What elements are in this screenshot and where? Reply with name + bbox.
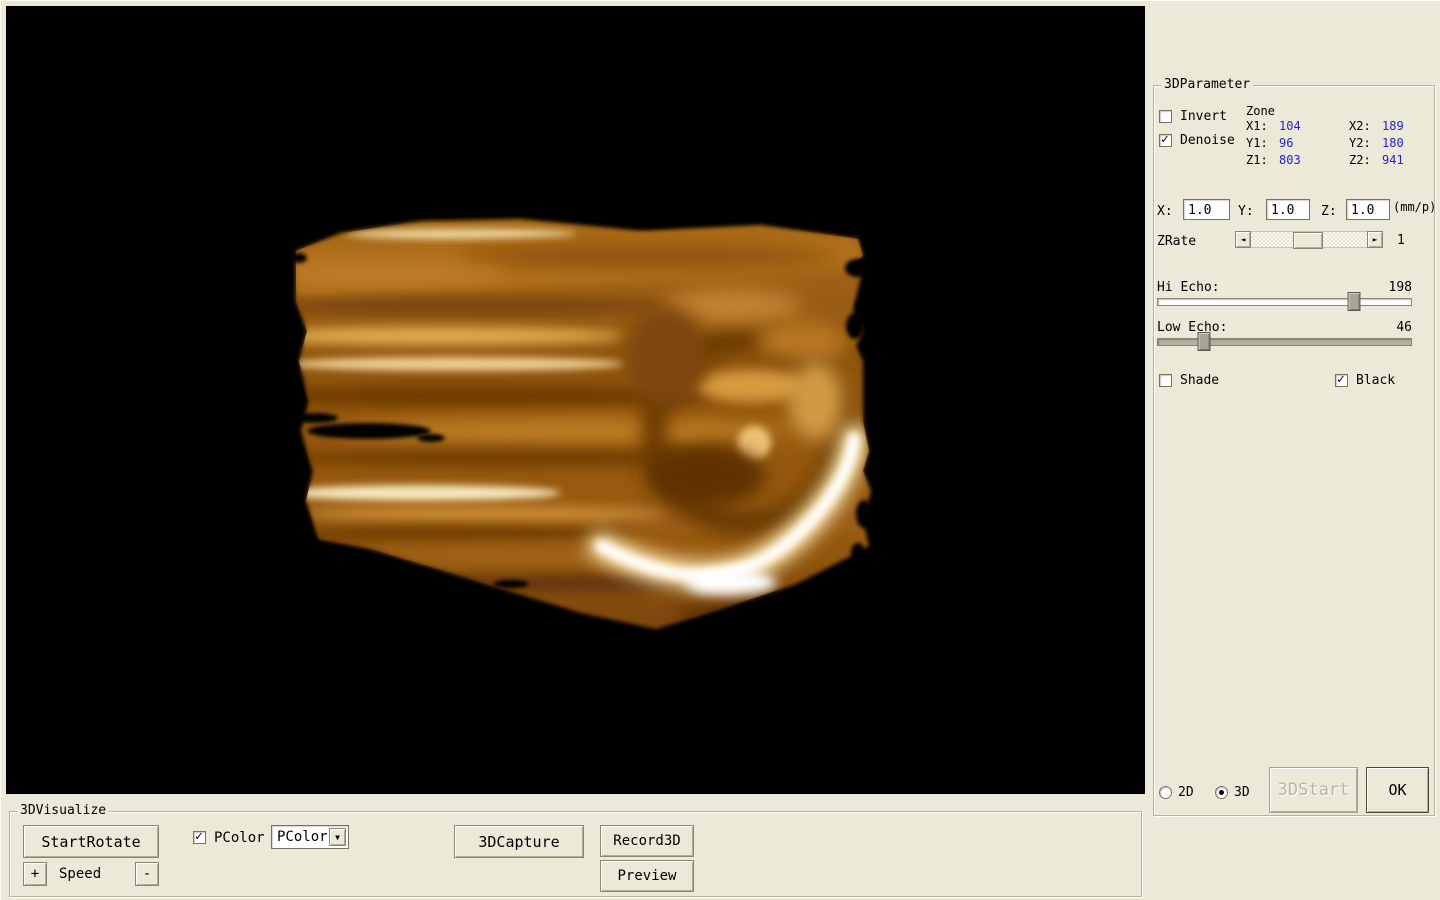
scale-y-label: Y: (1238, 204, 1254, 219)
zone-y2-label: Y2: (1349, 136, 1382, 150)
zone-z2-label: Z2: (1349, 153, 1382, 167)
visualize-panel: 3DVisualize StartRotate + Speed - PColor… (9, 811, 1142, 897)
scale-unit-label: (mm/p) (1393, 200, 1436, 214)
preview-button[interactable]: Preview (600, 860, 694, 892)
hi-echo-thumb[interactable] (1348, 292, 1361, 311)
parameter-panel-title: 3DParameter (1161, 77, 1253, 92)
zone-x1-value: 104 (1279, 119, 1349, 133)
black-checkbox[interactable] (1335, 374, 1348, 387)
shade-checkbox[interactable] (1159, 374, 1172, 387)
mode-2d-label: 2D (1178, 785, 1194, 800)
zrate-value: 1 (1397, 233, 1405, 248)
start-rotate-button[interactable]: StartRotate (23, 825, 159, 858)
chevron-down-icon[interactable]: ▼ (329, 828, 346, 846)
ok-button[interactable]: OK (1366, 767, 1429, 813)
shade-label: Shade (1180, 373, 1219, 388)
low-echo-row: Low Echo: 46 (1157, 320, 1412, 335)
scale-x-label: X: (1157, 204, 1173, 219)
speed-plus-button[interactable]: + (23, 862, 47, 886)
low-echo-thumb[interactable] (1197, 332, 1210, 351)
pcolor-checkbox-label: PColor (214, 830, 265, 846)
mode-3d-radio[interactable] (1215, 786, 1228, 799)
low-echo-label: Low Echo: (1157, 320, 1227, 335)
zone-y1-label: Y1: (1246, 136, 1279, 150)
pcolor-dropdown[interactable]: PColor ▼ (271, 825, 349, 849)
zone-z1-label: Z1: (1246, 153, 1279, 167)
parameter-panel: 3DParameter Invert Denoise Zone X1: 104 … (1153, 85, 1435, 816)
zrate-right-arrow-icon[interactable]: ► (1367, 231, 1383, 248)
visualize-panel-title: 3DVisualize (17, 803, 109, 818)
invert-checkbox[interactable] (1159, 110, 1172, 123)
3dcapture-button[interactable]: 3DCapture (454, 825, 584, 858)
zone-y2-value: 180 (1382, 136, 1428, 150)
zone-y1-value: 96 (1279, 136, 1349, 150)
zrate-label: ZRate (1157, 234, 1196, 249)
speed-minus-button[interactable]: - (135, 862, 159, 886)
hi-echo-label: Hi Echo: (1157, 280, 1220, 295)
record3d-button[interactable]: Record3D (600, 825, 694, 857)
zrate-scrollbar[interactable]: ◄ ► (1235, 231, 1383, 248)
zone-label: Zone (1246, 104, 1275, 118)
hi-echo-row: Hi Echo: 198 (1157, 280, 1412, 295)
zrate-thumb[interactable] (1293, 232, 1323, 249)
denoise-label: Denoise (1180, 133, 1235, 148)
pcolor-checkbox[interactable] (193, 831, 206, 844)
mode-2d-radio[interactable] (1159, 786, 1172, 799)
zrate-left-arrow-icon[interactable]: ◄ (1235, 231, 1251, 248)
hi-echo-value: 198 (1389, 280, 1412, 295)
scale-x-input[interactable] (1183, 199, 1230, 220)
invert-label: Invert (1180, 109, 1227, 124)
hi-echo-slider[interactable] (1157, 298, 1412, 306)
zrate-track[interactable] (1251, 231, 1367, 248)
low-echo-value: 46 (1396, 320, 1412, 335)
scale-z-input[interactable] (1346, 199, 1390, 220)
zone-x2-value: 189 (1382, 119, 1428, 133)
zone-x2-label: X2: (1349, 119, 1382, 133)
volume-render-3d (6, 6, 1145, 794)
render-viewport[interactable] (6, 6, 1145, 794)
pcolor-dropdown-value: PColor (272, 829, 329, 845)
zone-z2-value: 941 (1382, 153, 1428, 167)
scale-z-label: Z: (1321, 204, 1337, 219)
scale-y-input[interactable] (1266, 199, 1310, 220)
zone-z1-value: 803 (1279, 153, 1349, 167)
zone-x1-label: X1: (1246, 119, 1279, 133)
speed-label: Speed (59, 866, 101, 882)
app-window: 3DParameter Invert Denoise Zone X1: 104 … (0, 0, 1440, 900)
denoise-checkbox[interactable] (1159, 134, 1172, 147)
low-echo-slider[interactable] (1157, 338, 1412, 346)
3dstart-button[interactable]: 3DStart (1269, 767, 1358, 813)
zone-table: X1: 104 X2: 189 Y1: 96 Y2: 180 Z1: 803 Z… (1246, 119, 1428, 167)
black-label: Black (1356, 373, 1395, 388)
mode-3d-label: 3D (1234, 785, 1250, 800)
